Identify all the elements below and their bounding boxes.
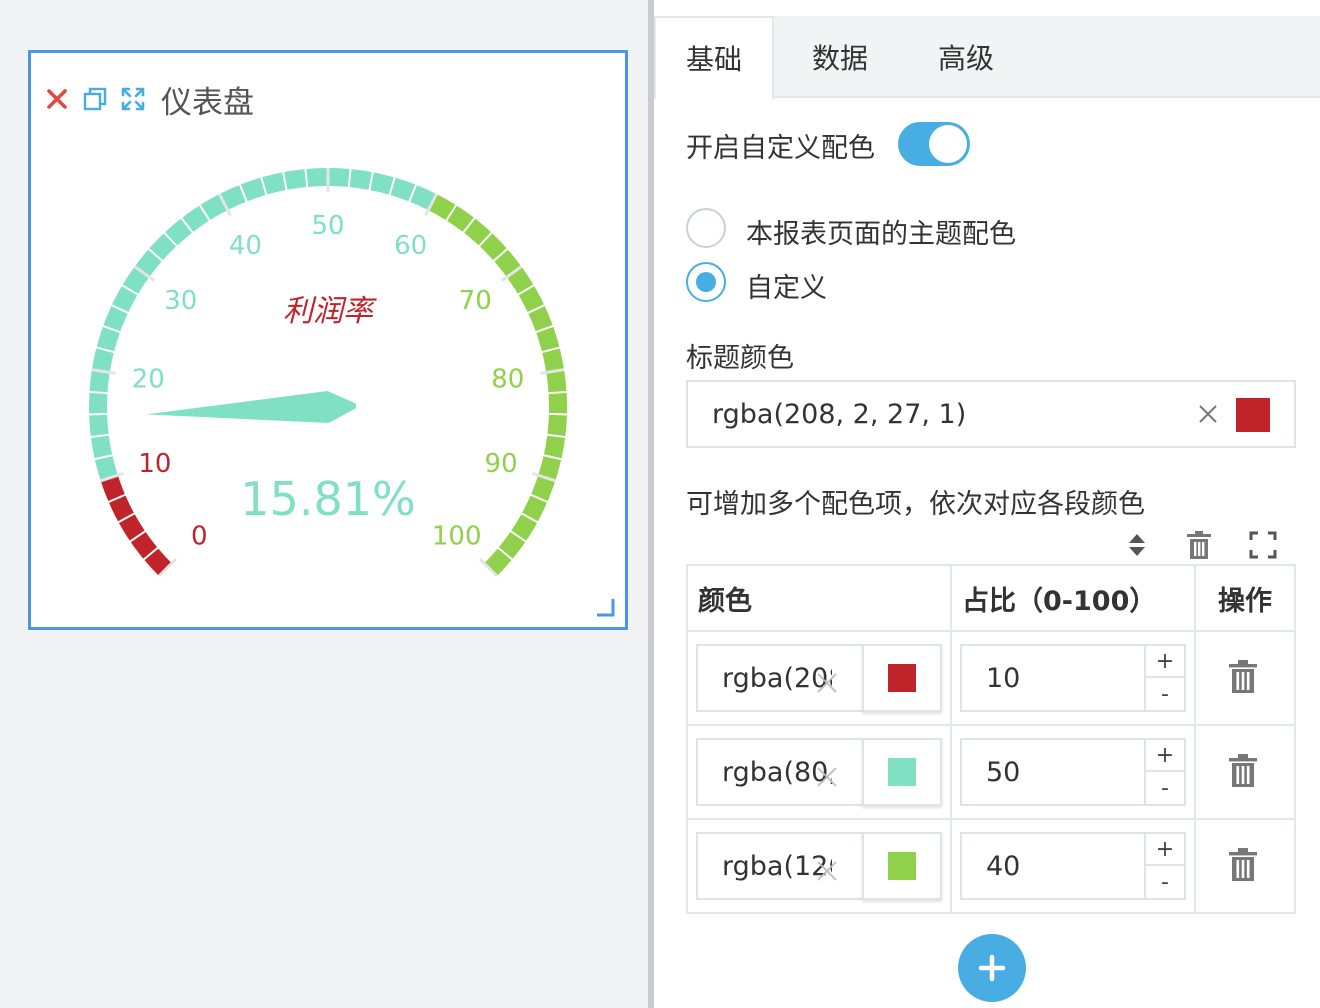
settings-panel: 基础 数据 高级 开启自定义配色 本报表页面的主题配色 自定义 标题颜色 rgb…: [654, 0, 1320, 1008]
clear-icon[interactable]: [814, 670, 840, 696]
gauge-split: [88, 412, 109, 416]
table-row: rgba(80, 50 + -: [686, 724, 1296, 820]
gauge-split: [547, 412, 568, 416]
ratio-stepper: + -: [1144, 646, 1184, 710]
decrement-button[interactable]: -: [1146, 866, 1184, 898]
segment-ratio-input[interactable]: 10 + -: [960, 644, 1186, 712]
segment-color-input[interactable]: rgba(126,: [696, 832, 942, 900]
gauge-tick-label: 20: [132, 365, 165, 395]
segment-color-swatch: [888, 664, 916, 692]
gauge-tick-label: 30: [164, 286, 197, 316]
segment-ratio-value: 50: [986, 757, 1021, 788]
increment-button[interactable]: +: [1146, 740, 1184, 772]
gauge-band-1: [89, 168, 437, 481]
tab-basic[interactable]: 基础: [654, 16, 774, 100]
title-color-swatch[interactable]: [1236, 398, 1270, 432]
tab-advanced[interactable]: 高级: [906, 16, 1026, 98]
custom-radio[interactable]: [686, 262, 726, 302]
report-canvas: 仪表盘 0 10 20 30 40 50 60 70 80 90 100 利润率 15.81%: [0, 0, 648, 1008]
clear-icon[interactable]: [814, 858, 840, 884]
theme-color-radio[interactable]: [686, 208, 726, 248]
table-header-row: 颜色 占比（0-100） 操作: [686, 564, 1296, 632]
color-picker-trigger[interactable]: [862, 644, 942, 712]
tab-data[interactable]: 数据: [780, 16, 900, 98]
custom-option-label: 自定义: [746, 273, 827, 304]
gauge-tick-label: 0: [191, 522, 208, 552]
segment-ratio-input[interactable]: 40 + -: [960, 832, 1186, 900]
gauge-tick-label: 40: [229, 231, 262, 261]
gauge-value: 15.81%: [240, 472, 415, 526]
title-color-value: rgba(208, 2, 27, 1): [712, 399, 967, 430]
segment-ratio-input[interactable]: 50 + -: [960, 738, 1186, 806]
custom-color-label: 开启自定义配色: [686, 133, 875, 164]
segment-color-swatch: [888, 852, 916, 880]
custom-color-toggle[interactable]: [898, 122, 970, 166]
segment-color-swatch: [888, 758, 916, 786]
clear-icon[interactable]: [1192, 398, 1224, 430]
segment-color-input[interactable]: rgba(80,: [696, 738, 942, 806]
table-row: rgba(208 10 + -: [686, 630, 1296, 726]
delete-row-icon[interactable]: [1228, 660, 1264, 696]
resize-handle-icon[interactable]: [595, 597, 615, 617]
title-color-label: 标题颜色: [686, 343, 794, 374]
delete-row-icon[interactable]: [1228, 848, 1264, 884]
gauge-tick-label: 100: [432, 522, 482, 552]
segment-color-input[interactable]: rgba(208: [696, 644, 942, 712]
expand-icon[interactable]: [1246, 528, 1280, 562]
color-segments-table: 颜色 占比（0-100） 操作 rgba(208 10 + -: [686, 564, 1296, 914]
ratio-stepper: + -: [1144, 834, 1184, 898]
increment-button[interactable]: +: [1146, 646, 1184, 678]
gauge-split: [88, 390, 109, 395]
gauge-tick-label: 60: [394, 231, 427, 261]
plus-icon: [978, 954, 1006, 982]
clear-icon[interactable]: [814, 764, 840, 790]
decrement-button[interactable]: -: [1146, 772, 1184, 804]
gauge-tick-label: 80: [491, 365, 524, 395]
table-row: rgba(126, 40 + -: [686, 818, 1296, 914]
ratio-stepper: + -: [1144, 740, 1184, 804]
increment-button[interactable]: +: [1146, 834, 1184, 866]
add-segment-button[interactable]: [958, 934, 1026, 1002]
header-action: 操作: [1194, 564, 1296, 632]
header-ratio: 占比（0-100）: [950, 564, 1196, 632]
gauge-widget[interactable]: 仪表盘 0 10 20 30 40 50 60 70 80 90 100 利润率 15.81%: [28, 50, 628, 630]
delete-row-icon[interactable]: [1228, 754, 1264, 790]
sort-icon[interactable]: [1120, 528, 1154, 562]
settings-tabs: 基础 数据 高级: [654, 16, 1320, 100]
gauge-split: [547, 390, 568, 395]
gauge-tick-label: 90: [485, 449, 518, 479]
title-color-input[interactable]: rgba(208, 2, 27, 1): [686, 380, 1296, 448]
gauge-pointer: [146, 391, 357, 423]
decrement-button[interactable]: -: [1146, 678, 1184, 710]
toggle-knob: [929, 125, 967, 163]
gauge-tick-label: 50: [311, 211, 344, 241]
header-color: 颜色: [686, 564, 952, 632]
color-picker-trigger[interactable]: [862, 832, 942, 900]
gauge-tick-label: 10: [138, 449, 171, 479]
delete-all-icon[interactable]: [1182, 528, 1216, 562]
gauge-band-0: [100, 475, 172, 576]
segment-ratio-value: 40: [986, 851, 1021, 882]
color-picker-trigger[interactable]: [862, 738, 942, 806]
gauge-chart: 0 10 20 30 40 50 60 70 80 90 100 利润率 15.81%: [88, 167, 568, 578]
theme-color-option-label: 本报表页面的主题配色: [746, 219, 1016, 250]
gauge-name: 利润率: [283, 294, 377, 329]
gauge-tick-label: 70: [459, 286, 492, 316]
segment-ratio-value: 10: [986, 663, 1021, 694]
segments-hint: 可增加多个配色项，依次对应各段颜色: [686, 489, 1145, 520]
